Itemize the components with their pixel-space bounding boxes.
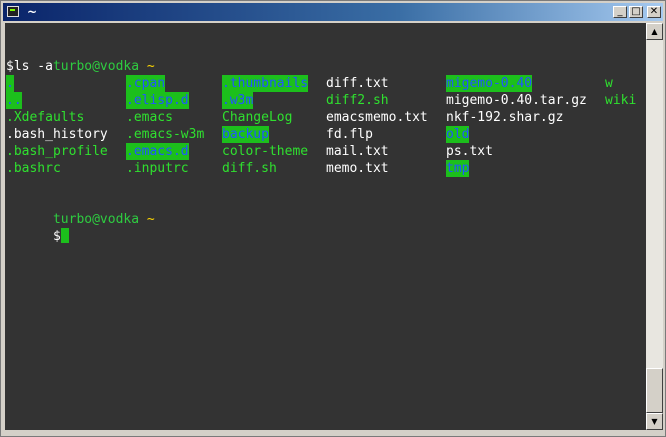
input-line[interactable]: $ [6, 211, 69, 244]
prompt-path: ~ [146, 212, 155, 227]
scroll-up-button[interactable]: ▲ [646, 23, 663, 40]
dir-entry: .emacs.d [126, 143, 189, 160]
window-title: ~ [27, 5, 38, 19]
ls-row: .Xdefaults .emacs ChangeLog emacsmemo.tx… [6, 109, 646, 126]
file-entry: .bashrc [6, 161, 61, 176]
scroll-down-button[interactable]: ▼ [646, 413, 663, 430]
prompt-dollar: $ [52, 229, 61, 244]
file-entry: .inputrc [126, 161, 189, 176]
dir-entry: old [446, 126, 470, 143]
file-entry: color-theme [222, 144, 309, 159]
dir-entry: .thumbnails [222, 75, 309, 92]
file-entry: .bash_history [6, 127, 108, 142]
vertical-scrollbar[interactable]: ▲ ▼ [646, 23, 663, 430]
file-entry: migemo-0.40.tar.gz [446, 93, 587, 108]
text-cursor [60, 228, 69, 243]
file-entry: diff.txt [326, 76, 389, 91]
terminal-icon[interactable] [7, 6, 19, 17]
ls-row: .. .elisp.d .w3m diff2.sh migemo-0.40.ta… [6, 92, 646, 109]
file-entry: .Xdefaults [6, 110, 85, 125]
scrollbar-thumb[interactable] [646, 368, 663, 413]
ls-row: .bash_profile .emacs.d color-theme mail.… [6, 143, 646, 160]
prompt-line: turbo@vodka ~ [6, 41, 155, 74]
command-line: $ls -a [6, 59, 53, 74]
ls-row: .bash_history .emacs-w3m backup fd.flp o… [6, 126, 646, 143]
ls-row: .bashrc .inputrc diff.sh memo.txt tmp [6, 160, 646, 177]
file-entry: ChangeLog [222, 110, 293, 125]
dir-entry: .. [6, 92, 22, 109]
dir-entry: .cpan [126, 75, 166, 92]
file-entry: nkf-192.shar.gz [446, 110, 564, 125]
file-entry: .emacs-w3m [126, 127, 205, 142]
minimize-button[interactable]: _ [613, 6, 627, 18]
file-entry: memo.txt [326, 161, 389, 176]
prompt-user: turbo@vodka [52, 59, 140, 74]
file-entry: emacsmemo.txt [326, 110, 428, 125]
dir-entry: w [605, 76, 613, 91]
file-entry: fd.flp [326, 127, 373, 142]
close-button[interactable]: ✕ [647, 6, 661, 18]
dir-entry: backup [222, 126, 269, 143]
file-entry: ps.txt [446, 144, 493, 159]
title-bar[interactable]: ~ _ □ ✕ [3, 3, 663, 21]
dir-entry: migemo-0.40 [446, 75, 533, 92]
terminal-window: ~ _ □ ✕ turbo@vodka ~ $ls -a . .cpan .th… [0, 0, 666, 437]
dir-entry: .w3m [222, 92, 254, 109]
prompt-path: ~ [146, 59, 155, 74]
dir-entry: tmp [446, 160, 470, 177]
file-entry: .bash_profile [6, 144, 108, 159]
file-entry: diff.sh [222, 161, 277, 176]
ls-row: . .cpan .thumbnails diff.txt migemo-0.40… [6, 75, 646, 92]
file-entry: mail.txt [326, 144, 389, 159]
dir-entry: wiki [605, 93, 637, 108]
terminal-output[interactable]: turbo@vodka ~ $ls -a . .cpan .thumbnails… [5, 23, 646, 430]
prompt-line: turbo@vodka ~ [6, 194, 155, 227]
dir-entry: . [6, 75, 14, 92]
file-entry: diff2.sh [326, 93, 389, 108]
dir-entry: .elisp.d [126, 92, 189, 109]
maximize-button[interactable]: □ [629, 6, 643, 18]
file-entry: .emacs [126, 110, 173, 125]
